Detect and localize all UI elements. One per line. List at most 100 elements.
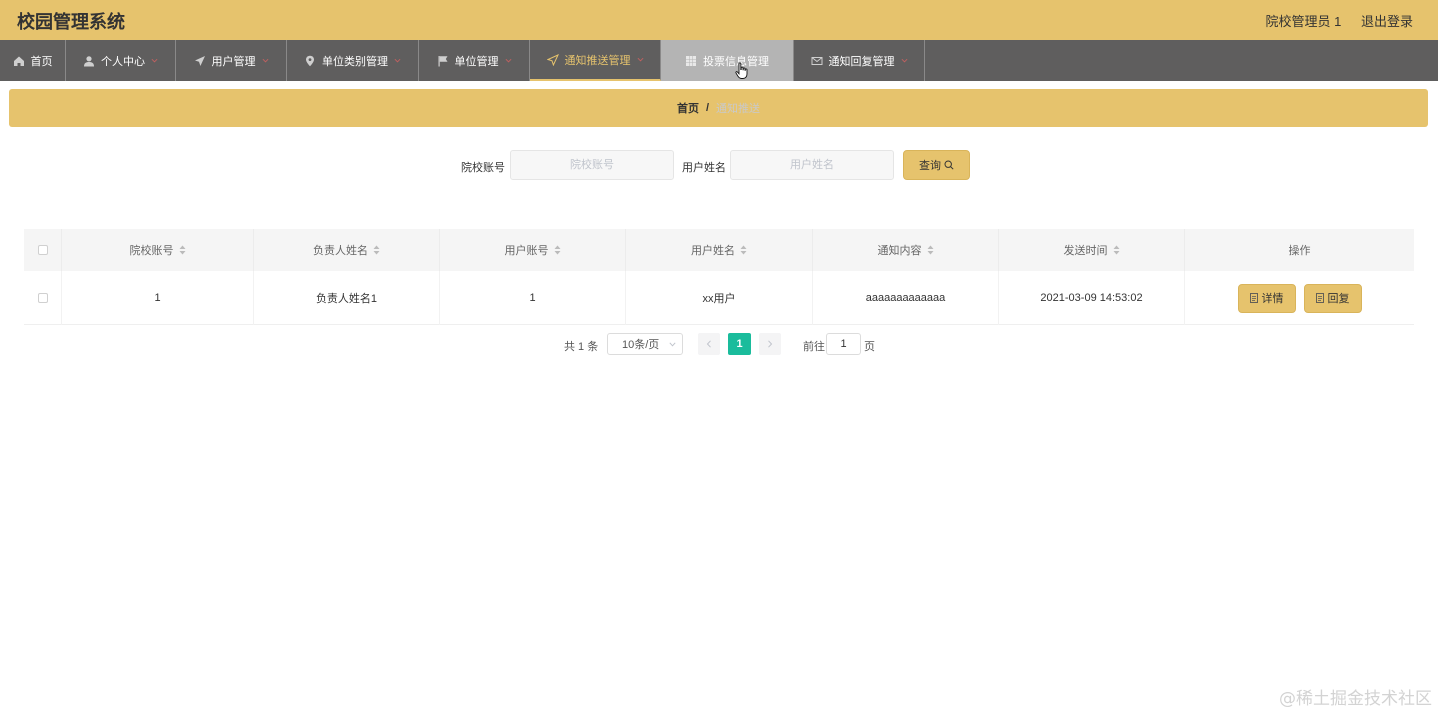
nav-item-unit-management[interactable]: 单位管理 xyxy=(419,40,530,81)
page-number-current[interactable]: 1 xyxy=(728,333,751,355)
chevron-down-icon xyxy=(901,58,907,63)
sort-icon xyxy=(554,245,560,255)
page-size-select[interactable]: 10条/页 xyxy=(607,333,683,355)
cell-send-time: 2021-03-09 14:53:02 xyxy=(999,271,1185,325)
flag-icon xyxy=(438,55,447,66)
search-form: 院校账号 用户姓名 查询 xyxy=(0,150,1438,180)
cell-actions: 详情 回复 xyxy=(1185,271,1414,325)
goto-label: 前往 xyxy=(803,341,825,353)
hand-cursor-icon xyxy=(735,62,748,79)
query-button-label: 查询 xyxy=(919,160,941,172)
column-header-school-account[interactable]: 院校账号 xyxy=(62,229,254,271)
sort-icon xyxy=(1113,245,1119,255)
user-area: 院校管理员 1 退出登录 xyxy=(1250,11,1413,30)
school-account-input[interactable] xyxy=(510,150,674,180)
cell-content: aaaaaaaaaaaaa xyxy=(813,271,999,325)
nav-item-home[interactable]: 首页 xyxy=(0,40,66,81)
pagination-total: 共 1 条 xyxy=(564,341,599,353)
column-header-leader-name[interactable]: 负责人姓名 xyxy=(254,229,440,271)
sort-icon xyxy=(373,245,380,255)
column-header-send-time[interactable]: 发送时间 xyxy=(999,229,1185,271)
cell-school-account: 1 xyxy=(62,271,254,325)
chevron-down-icon xyxy=(262,58,268,63)
send-icon xyxy=(546,53,559,66)
column-header-label: 负责人姓名 xyxy=(313,245,368,257)
detail-button-label: 详情 xyxy=(1261,293,1284,305)
user-icon xyxy=(84,55,94,66)
nav-item-profile[interactable]: 个人中心 xyxy=(66,40,176,81)
table-header: 院校账号 负责人姓名 用户账号 用户姓名 通知内容 发送时间 操作 xyxy=(24,229,1414,271)
chevron-right-icon xyxy=(768,340,773,348)
cell-user-account: 1 xyxy=(440,271,626,325)
column-header-label: 用户姓名 xyxy=(691,245,735,257)
page-suffix: 页 xyxy=(864,341,875,353)
goto-page-input[interactable] xyxy=(826,333,861,355)
app-title: 校园管理系统 xyxy=(17,12,125,32)
location-icon xyxy=(306,55,314,66)
pagination: 共 1 条 10条/页 1 前往 页 xyxy=(0,333,1438,355)
home-icon xyxy=(13,56,24,66)
cell-user-name: xx用户 xyxy=(626,271,813,325)
nav-item-label: 通知推送管理 xyxy=(564,54,631,67)
nav-item-notice-reply[interactable]: 通知回复管理 xyxy=(794,40,925,81)
nav-item-vote-info[interactable]: 投票信息管理 xyxy=(661,40,794,81)
reply-button-label: 回复 xyxy=(1327,293,1350,305)
row-select-cell xyxy=(24,271,62,325)
prev-page-button[interactable] xyxy=(698,333,720,355)
next-page-button[interactable] xyxy=(759,333,781,355)
nav-item-label: 首页 xyxy=(30,55,53,68)
select-all-checkbox[interactable] xyxy=(37,245,48,255)
current-user-name: 院校管理员 1 xyxy=(1265,14,1342,29)
chevron-down-icon xyxy=(637,57,643,62)
nav-item-label: 单位类别管理 xyxy=(322,55,388,68)
document-icon xyxy=(1315,293,1324,303)
send-icon xyxy=(194,55,205,66)
main-nav: 首页 个人中心 用户管理 单位类别管理 单位管理 通知推送管理 投票信息管理 通… xyxy=(0,40,1438,81)
watermark: @稀土掘金技术社区 xyxy=(1279,689,1432,709)
table-row: 1 负责人姓名1 1 xx用户 aaaaaaaaaaaaa 2021-03-09… xyxy=(24,271,1414,325)
column-header-label: 通知内容 xyxy=(877,245,922,257)
detail-button[interactable]: 详情 xyxy=(1237,283,1296,313)
nav-item-unit-category[interactable]: 单位类别管理 xyxy=(287,40,419,81)
reply-button[interactable]: 回复 xyxy=(1303,283,1362,313)
nav-item-label: 用户管理 xyxy=(211,55,256,68)
document-icon xyxy=(1249,293,1258,303)
sort-icon xyxy=(927,245,933,255)
school-account-label: 院校账号 xyxy=(461,162,505,174)
breadcrumb-home[interactable]: 首页 xyxy=(677,100,699,116)
username-input[interactable] xyxy=(730,150,894,180)
nav-item-label: 通知回复管理 xyxy=(828,55,895,68)
select-all-cell xyxy=(24,229,62,271)
column-header-user-name[interactable]: 用户姓名 xyxy=(626,229,813,271)
username-label: 用户姓名 xyxy=(682,162,726,174)
chevron-down-icon xyxy=(505,58,511,63)
chevron-left-icon xyxy=(706,340,711,348)
column-header-label: 发送时间 xyxy=(1063,245,1108,257)
grid-icon xyxy=(686,55,696,66)
column-header-actions: 操作 xyxy=(1185,229,1414,271)
query-button[interactable]: 查询 xyxy=(903,150,970,180)
logout-link[interactable]: 退出登录 xyxy=(1361,14,1413,29)
column-header-label: 操作 xyxy=(1288,245,1311,257)
column-header-user-account[interactable]: 用户账号 xyxy=(440,229,626,271)
sort-icon xyxy=(740,245,747,255)
cell-leader-name: 负责人姓名1 xyxy=(254,271,440,325)
mail-icon xyxy=(811,56,822,65)
page-size-value: 10条/页 xyxy=(622,339,660,351)
nav-item-label: 单位管理 xyxy=(454,55,499,68)
sort-icon xyxy=(179,245,185,255)
row-checkbox[interactable] xyxy=(37,293,48,303)
chevron-down-icon xyxy=(669,342,676,347)
chevron-down-icon xyxy=(151,58,158,63)
search-icon xyxy=(944,160,954,170)
top-header: 校园管理系统 院校管理员 1 退出登录 xyxy=(0,0,1438,40)
column-header-label: 院校账号 xyxy=(129,245,174,257)
breadcrumb-current: 通知推送 xyxy=(716,103,761,115)
nav-item-label: 个人中心 xyxy=(101,55,145,68)
nav-item-user-management[interactable]: 用户管理 xyxy=(176,40,287,81)
breadcrumb: 首页 / 通知推送 xyxy=(9,89,1428,127)
breadcrumb-separator: / xyxy=(705,102,710,114)
column-header-label: 用户账号 xyxy=(504,245,549,257)
nav-item-notice-push[interactable]: 通知推送管理 xyxy=(530,40,661,81)
column-header-content[interactable]: 通知内容 xyxy=(813,229,999,271)
